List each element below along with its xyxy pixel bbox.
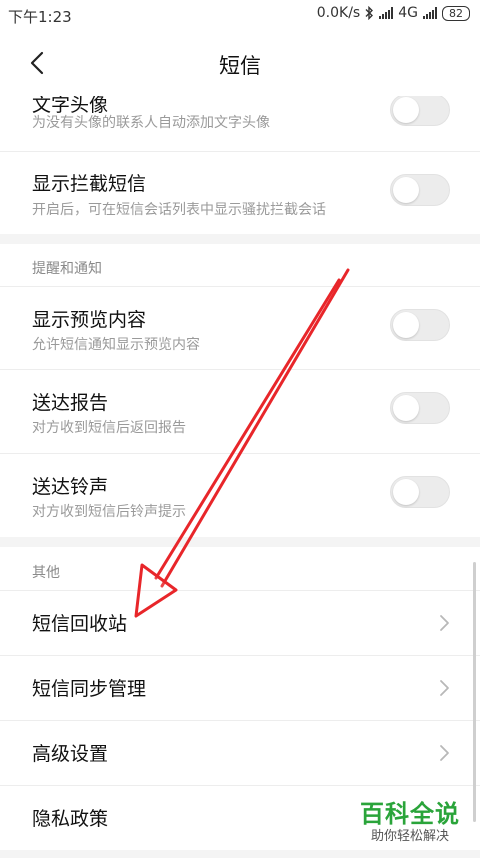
toggle-knob (393, 97, 419, 123)
delivery-report-toggle[interactable] (390, 392, 450, 424)
settings-list[interactable]: 文字头像 为没有头像的联系人自动添加文字头像 显示拦截短信 开启后，可在短信会话… (0, 96, 480, 858)
setting-sms-sync[interactable]: 短信同步管理 (0, 656, 480, 720)
battery-icon: 82 (442, 5, 470, 21)
status-bar: 下午1:23 0.0K/s 4G 82 (0, 0, 480, 30)
setting-subtitle: 开启后，可在短信会话列表中显示骚扰拦截会话 (32, 202, 326, 218)
watermark-sub-text: 助你轻松解决 (370, 829, 449, 844)
status-icons: 0.0K/s 4G 82 (317, 5, 470, 21)
setting-title: 显示拦截短信 (32, 173, 147, 195)
signal-icon (379, 7, 394, 19)
watermark-main-text: 百科全说 (360, 800, 460, 828)
setting-title: 送达报告 (32, 392, 109, 414)
watermark-logo: 百科全说 助你轻松解决 (352, 800, 468, 846)
setting-title: 高级设置 (32, 743, 109, 765)
toggle-knob (393, 312, 419, 338)
section-gap (0, 234, 480, 244)
toggle-knob (393, 177, 419, 203)
setting-text-avatar[interactable]: 文字头像 为没有头像的联系人自动添加文字头像 (0, 96, 480, 152)
setting-subtitle: 允许短信通知显示预览内容 (32, 337, 200, 353)
scrollbar[interactable] (473, 562, 476, 822)
chevron-right-icon (440, 615, 449, 631)
setting-subtitle: 对方收到短信后铃声提示 (32, 504, 186, 520)
setting-title: 隐私政策 (32, 808, 109, 830)
network-speed: 0.0K/s (316, 5, 361, 21)
setting-advanced[interactable]: 高级设置 (0, 721, 480, 785)
setting-show-preview[interactable]: 显示预览内容 允许短信通知显示预览内容 (0, 287, 480, 369)
show-blocked-toggle[interactable] (390, 174, 450, 206)
app-header: 短信 (0, 30, 480, 96)
setting-sms-recycle-bin[interactable]: 短信回收站 (0, 591, 480, 655)
setting-subtitle: 为没有头像的联系人自动添加文字头像 (32, 115, 270, 131)
section-gap (0, 537, 480, 547)
setting-subtitle: 对方收到短信后返回报告 (32, 420, 186, 436)
show-preview-toggle[interactable] (390, 309, 450, 341)
section-gap (0, 850, 480, 858)
text-avatar-toggle[interactable] (390, 96, 450, 126)
setting-title: 送达铃声 (32, 476, 109, 498)
setting-title: 短信同步管理 (32, 678, 147, 700)
setting-title: 显示预览内容 (32, 309, 147, 331)
toggle-knob (393, 395, 419, 421)
network-type: 4G (398, 5, 418, 21)
bluetooth-icon (365, 6, 374, 20)
delivery-sound-toggle[interactable] (390, 476, 450, 508)
setting-delivery-sound[interactable]: 送达铃声 对方收到短信后铃声提示 (0, 454, 480, 537)
chevron-right-icon (440, 680, 449, 696)
section-header-notifications: 提醒和通知 (32, 261, 102, 277)
status-time: 下午1:23 (8, 8, 72, 26)
chevron-right-icon (440, 745, 449, 761)
page-title: 短信 (219, 54, 261, 78)
setting-delivery-report[interactable]: 送达报告 对方收到短信后返回报告 (0, 370, 480, 453)
section-header-other: 其他 (32, 565, 60, 581)
toggle-knob (393, 479, 419, 505)
setting-show-blocked[interactable]: 显示拦截短信 开启后，可在短信会话列表中显示骚扰拦截会话 (0, 152, 480, 234)
setting-title: 短信回收站 (32, 613, 128, 635)
signal-icon-2 (423, 7, 437, 19)
